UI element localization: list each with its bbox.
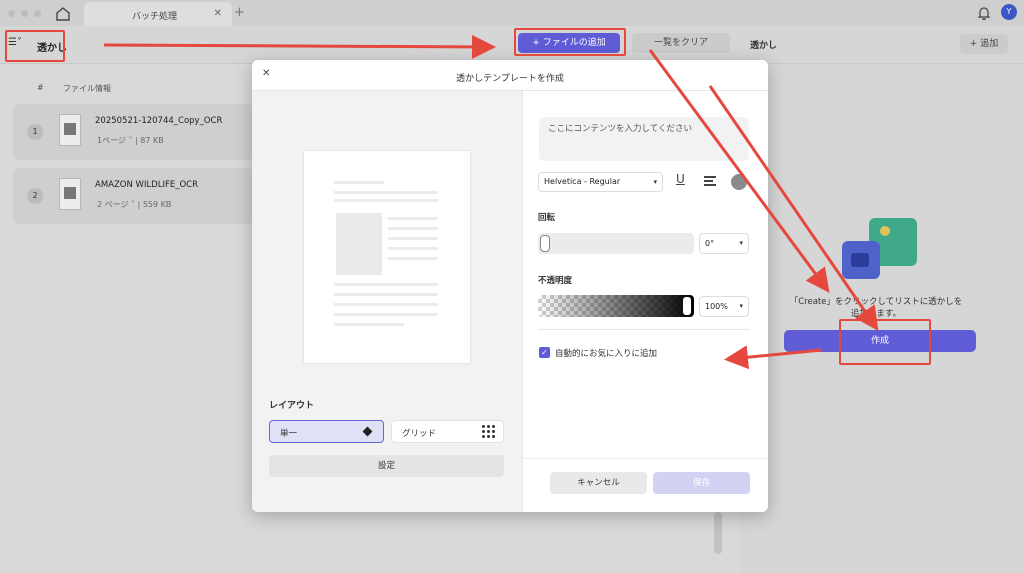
annotation-arrow: [103, 34, 496, 59]
annotation-arrow: [648, 49, 830, 293]
annotation-arrow: [708, 85, 879, 331]
annotation-arrows: [103, 34, 879, 370]
annotation-arrow: [724, 345, 823, 370]
